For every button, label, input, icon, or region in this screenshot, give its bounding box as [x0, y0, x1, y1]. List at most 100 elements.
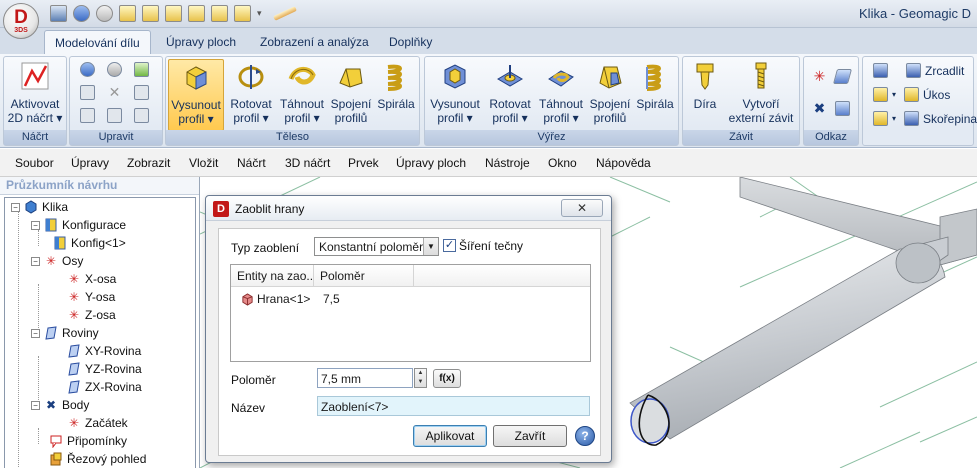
- tree-node-osy[interactable]: − ✳ Osy: [31, 252, 83, 270]
- cut-loft-icon: [599, 66, 622, 89]
- app-logo-button[interactable]: D 3DS: [3, 3, 39, 39]
- tree-node-yz-rovina[interactable]: YZ-Rovina: [67, 360, 142, 378]
- collapse-icon[interactable]: −: [31, 328, 40, 338]
- tab-upravy-ploch[interactable]: Úpravy ploch: [156, 30, 246, 54]
- menu-upravy-ploch[interactable]: Úpravy ploch: [396, 156, 466, 170]
- table-cell-radius[interactable]: 7,5: [317, 289, 346, 309]
- tab-doplnky[interactable]: Doplňky: [379, 30, 442, 54]
- view-top-icon[interactable]: [234, 5, 251, 22]
- tree-node-xy-rovina[interactable]: XY-Rovina: [67, 342, 141, 360]
- ref-coord-icon[interactable]: [835, 101, 850, 116]
- view-front-icon[interactable]: [142, 5, 159, 22]
- close-button[interactable]: Zavřít: [493, 425, 567, 447]
- ref-point-icon[interactable]: ✖: [812, 101, 827, 116]
- activate-2d-sketch-button[interactable]: Aktivovat 2D náčrt ▾: [7, 59, 63, 125]
- cut-extrude-button[interactable]: Vysunout profil ▾: [427, 59, 483, 125]
- tree-node-y-osa[interactable]: ✳ Y-osa: [67, 288, 115, 306]
- chamfer-icon[interactable]: [873, 87, 888, 102]
- tree-node-konfigurace[interactable]: − Konfigurace: [31, 216, 126, 234]
- table-header-radius[interactable]: Poloměr: [314, 265, 414, 287]
- tree-node-z-osa[interactable]: ✳ Z-osa: [67, 306, 116, 324]
- external-thread-button[interactable]: Vytvoří externí závit: [725, 59, 797, 125]
- menu-soubor[interactable]: Soubor: [15, 156, 54, 170]
- table-header-entity[interactable]: Entity na zao...: [231, 265, 314, 287]
- menu-nacrt[interactable]: Náčrt: [237, 156, 266, 170]
- paste-icon[interactable]: [134, 62, 149, 77]
- odkaz-row-1: ✳: [812, 69, 853, 84]
- fillet-icon[interactable]: [873, 63, 888, 78]
- menu-zobrazit[interactable]: Zobrazit: [127, 156, 170, 170]
- redo-icon[interactable]: [96, 5, 113, 22]
- tree-node-rezovy-pohled[interactable]: Řezový pohled: [49, 450, 146, 468]
- model-cylinder[interactable]: [629, 248, 946, 440]
- measure-icon[interactable]: [273, 6, 297, 21]
- ref-axis-icon[interactable]: ✳: [812, 69, 827, 84]
- edit-icon[interactable]: [134, 85, 149, 100]
- cut-revolve-button[interactable]: Rotovat profil ▾: [486, 59, 534, 125]
- tree-node-x-osa[interactable]: ✳ X-osa: [67, 270, 116, 288]
- mirror-button[interactable]: Zrcadlit: [925, 64, 964, 78]
- tree-node-zx-rovina[interactable]: ZX-Rovina: [67, 378, 142, 396]
- pattern-icon[interactable]: [873, 111, 888, 126]
- tab-modelovani-dilu[interactable]: Modelování dílu: [44, 30, 151, 54]
- view-back-icon[interactable]: [165, 5, 182, 22]
- body-revolve-button[interactable]: Rotovat profil ▾: [227, 59, 275, 125]
- undo-icon[interactable]: [73, 5, 90, 22]
- help-icon[interactable]: ?: [575, 426, 595, 446]
- undo-edit-icon[interactable]: [80, 62, 95, 77]
- view-cube-icon[interactable]: [119, 5, 136, 22]
- body-loft-button[interactable]: Spojení profilů: [329, 59, 373, 125]
- tab-zobrazeni-analyza[interactable]: Zobrazení a analýza: [250, 30, 379, 54]
- shell-button[interactable]: Skořepina: [923, 112, 977, 126]
- tree-node-roviny[interactable]: − Roviny: [31, 324, 99, 342]
- body-extrude-button[interactable]: Vysunout profil ▾: [168, 59, 224, 131]
- menu-vlozit[interactable]: Vložit: [189, 156, 218, 170]
- table-row[interactable]: Hrana<1>: [235, 289, 316, 309]
- radius-spinner[interactable]: ▲ ▼: [414, 368, 427, 388]
- body-sweep-button[interactable]: Táhnout profil ▾: [277, 59, 327, 125]
- menu-nastroje[interactable]: Nástroje: [485, 156, 530, 170]
- cut-loft-button[interactable]: Spojení profilů: [588, 59, 632, 125]
- name-input[interactable]: Zaoblení<7>: [317, 396, 590, 416]
- collapse-icon[interactable]: −: [31, 256, 40, 266]
- apply-button[interactable]: Aplikovat: [413, 425, 487, 447]
- clipboard-icon[interactable]: [107, 108, 122, 123]
- duplicate-icon[interactable]: [134, 108, 149, 123]
- menu-napoveda[interactable]: Nápověda: [596, 156, 651, 170]
- hole-button[interactable]: Díra: [687, 59, 723, 111]
- upravit-row-2: ✕: [80, 85, 149, 100]
- copy-icon[interactable]: [80, 85, 95, 100]
- fillet-type-select[interactable]: Konstantní poloměr ▼: [314, 237, 439, 256]
- tangent-propagation-checkbox[interactable]: ✓: [443, 239, 456, 252]
- collapse-icon[interactable]: −: [11, 202, 20, 212]
- delete-icon[interactable]: ✕: [107, 85, 122, 100]
- tree-node-pripominky[interactable]: Připomínky: [49, 432, 127, 450]
- collapse-icon[interactable]: −: [31, 400, 40, 410]
- cut-icon[interactable]: [80, 108, 95, 123]
- view-right-icon[interactable]: [211, 5, 228, 22]
- tree-node-klika[interactable]: − Klika: [11, 198, 68, 216]
- redo-edit-icon[interactable]: [107, 62, 122, 77]
- draft-button[interactable]: Úkos: [923, 88, 950, 102]
- cut-sweep-button[interactable]: Táhnout profil ▾: [536, 59, 586, 125]
- menu-okno[interactable]: Okno: [548, 156, 577, 170]
- tree-node-konfig-1[interactable]: Konfig<1>: [53, 234, 126, 252]
- collapse-icon[interactable]: −: [31, 220, 40, 230]
- cut-helix-button[interactable]: Spirála: [634, 59, 676, 111]
- tree-node-zacatek[interactable]: ✳ Začátek: [67, 414, 128, 432]
- menu-upravy[interactable]: Úpravy: [71, 156, 109, 170]
- cut-extrude-icon: [444, 64, 466, 89]
- dialog-title-bar[interactable]: D Zaoblit hrany ✕: [206, 196, 611, 221]
- view-left-icon[interactable]: [188, 5, 205, 22]
- formula-button[interactable]: f(x): [433, 369, 461, 388]
- save-icon[interactable]: [50, 5, 67, 22]
- menu-prvek[interactable]: Prvek: [348, 156, 379, 170]
- ref-plane-icon[interactable]: [832, 69, 853, 84]
- group-label-upravit: Upravit: [70, 130, 162, 145]
- menu-3d-nacrt[interactable]: 3D náčrt: [285, 156, 330, 170]
- radius-input[interactable]: 7,5 mm: [317, 368, 413, 388]
- qat-customize-icon[interactable]: ▾: [257, 8, 267, 19]
- dialog-close-button[interactable]: ✕: [561, 199, 603, 217]
- tree-node-body[interactable]: − ✖ Body: [31, 396, 89, 414]
- body-helix-button[interactable]: Spirála: [375, 59, 417, 111]
